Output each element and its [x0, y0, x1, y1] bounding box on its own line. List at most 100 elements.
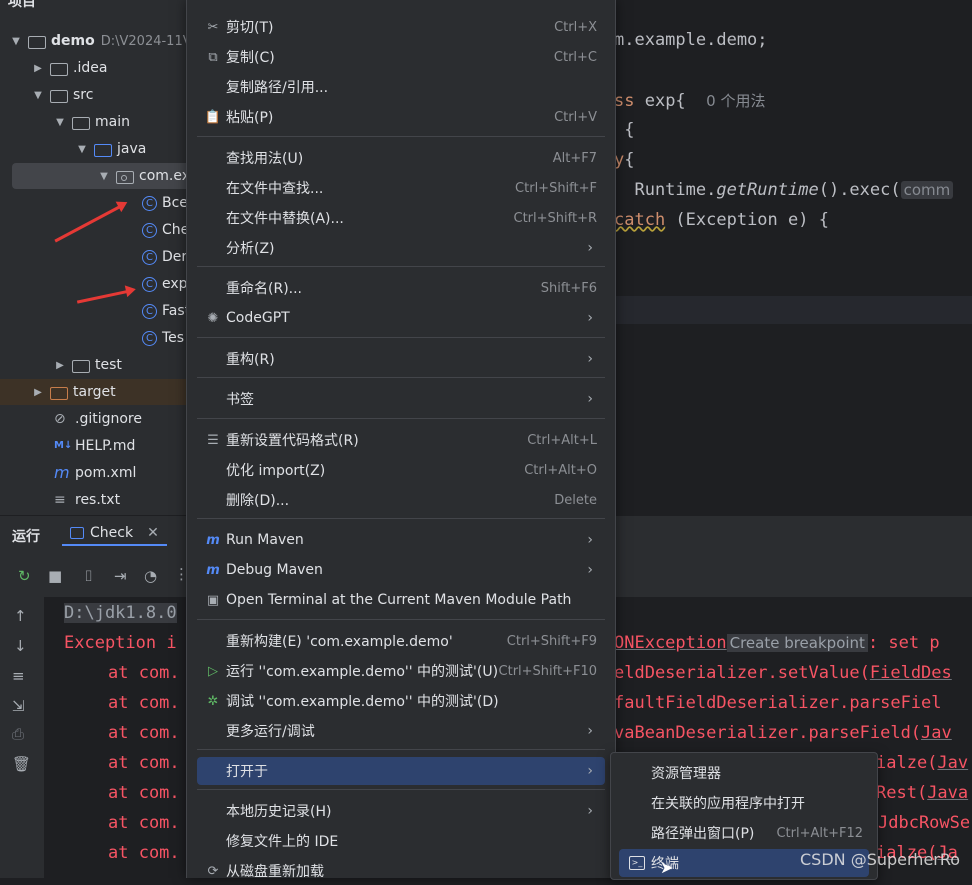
menu-item-reformat-code[interactable]: ☰ 重新设置代码格式(R) Ctrl+Alt+L: [197, 426, 605, 454]
tree-item-target[interactable]: ▶ target: [0, 379, 186, 405]
chevron-right-icon: ›: [587, 240, 593, 256]
menu-separator: [197, 337, 605, 338]
menu-item-find-in-files[interactable]: 在文件中查找... Ctrl+Shift+F: [197, 174, 605, 202]
tree-root-demo[interactable]: ▼ demo D:\V2024-11V: [0, 28, 186, 54]
console-link[interactable]: Jav: [937, 753, 968, 773]
tree-item-idea[interactable]: ▶ .idea: [0, 55, 186, 81]
chevron-right-icon[interactable]: ▶: [32, 387, 44, 398]
code-line: y{: [614, 150, 635, 170]
usage-hint[interactable]: 0 个用法: [706, 92, 765, 110]
trash-icon[interactable]: 🗑: [12, 755, 31, 773]
console-line-right: JdbcRowSe: [878, 813, 971, 833]
soft-wrap-icon[interactable]: ≡: [12, 667, 25, 685]
excluded-folder-icon: [50, 386, 68, 400]
console-line: Exception i: [64, 633, 177, 653]
tree-item-java[interactable]: ▼ java: [0, 136, 186, 162]
menu-item-reload-from-disk[interactable]: ⟳ 从磁盘重新加载: [197, 857, 605, 885]
chevron-right-icon: ›: [587, 310, 593, 326]
tree-item-main[interactable]: ▼ main: [0, 109, 186, 135]
menu-item-replace-in-files[interactable]: 在文件中替换(A)... Ctrl+Shift+R: [197, 204, 605, 232]
chevron-right-icon[interactable]: ▶: [32, 63, 44, 74]
console-line: at com.: [108, 663, 180, 683]
menu-item-local-history[interactable]: 本地历史记录(H) ›: [197, 797, 605, 825]
tree-item-class[interactable]: Tes: [0, 325, 186, 351]
console-link[interactable]: ONException: [614, 633, 727, 653]
menu-item-run-maven[interactable]: m Run Maven ›: [197, 526, 605, 554]
menu-item-copy-path[interactable]: 复制路径/引用...: [197, 73, 605, 101]
menu-item-run-tests[interactable]: ▷ 运行 ''com.example.demo'' 中的测试'(U) Ctrl+Sh…: [197, 657, 605, 685]
rerun-icon[interactable]: ↻: [18, 567, 31, 585]
stop-icon[interactable]: ■: [48, 567, 62, 585]
tree-item-class[interactable]: Bce: [0, 190, 186, 216]
tree-item-package[interactable]: ▼ com.ex: [12, 163, 186, 189]
console-line-right: vaBeanDeserializer.parseField(Jav: [614, 723, 952, 743]
gauge-icon[interactable]: ◔: [144, 567, 157, 585]
menu-item-paste[interactable]: 📋 粘贴(P) Ctrl+V: [197, 103, 605, 131]
menu-item-more-run-debug[interactable]: 更多运行/调试 ›: [197, 717, 605, 745]
menu-item-rename[interactable]: 重命名(R)... Shift+F6: [197, 274, 605, 302]
menu-item-analyze[interactable]: 分析(Z) ›: [197, 234, 605, 262]
tree-item-gitignore[interactable]: ⊘ .gitignore: [0, 406, 186, 432]
code-line: catch (Exception e) {: [614, 210, 829, 230]
menu-item-open-in[interactable]: 打开于 ›: [197, 757, 605, 785]
menu-item-refactor[interactable]: 重构(R) ›: [197, 345, 605, 373]
close-icon[interactable]: ✕: [147, 525, 159, 541]
exit-icon[interactable]: ⇥: [114, 567, 127, 585]
console-link[interactable]: Java: [927, 783, 968, 803]
console-line: at com.: [108, 783, 180, 803]
chevron-down-icon[interactable]: ▼: [98, 171, 110, 182]
camera-icon[interactable]: ⌷: [84, 567, 93, 585]
console-line: at com.: [108, 843, 180, 863]
console-link[interactable]: FieldDes: [870, 663, 952, 683]
code-line: Runtime.getRuntime().exec(comm: [614, 180, 954, 200]
menu-item-debug-tests[interactable]: ✲ 调试 ''com.example.demo'' 中的测试'(D): [197, 687, 605, 715]
context-menu: ✂ 剪切(T) Ctrl+X ⧉ 复制(C) Ctrl+C 复制路径/引用... 📋 粘贴…: [186, 0, 616, 880]
chevron-down-icon[interactable]: ▼: [32, 90, 44, 101]
menu-separator: [197, 619, 605, 620]
tab-check[interactable]: Check ✕: [62, 522, 167, 546]
menu-item-repair-ide[interactable]: 修复文件上的 IDE: [197, 827, 605, 855]
menu-item-delete[interactable]: 删除(D)... Delete: [197, 486, 605, 514]
maven-run-icon: m: [206, 532, 220, 548]
run-panel-title: 运行: [12, 529, 40, 545]
folder-icon: [50, 89, 68, 103]
arrow-up-icon[interactable]: ↑: [14, 607, 27, 625]
tree-item-class[interactable]: Fast: [0, 298, 186, 324]
source-folder-icon: [94, 143, 112, 157]
arrow-down-icon[interactable]: ↓: [14, 637, 27, 655]
submenu-item-path-popup[interactable]: 路径弹出窗口(P) Ctrl+Alt+F12: [619, 819, 869, 847]
tree-item-class[interactable]: Der: [0, 244, 186, 270]
menu-item-bookmarks[interactable]: 书签 ›: [197, 385, 605, 413]
menu-item-rebuild[interactable]: 重新构建(E) 'com.example.demo' Ctrl+Shift+F9: [197, 627, 605, 655]
console-line-right: Rest(Java: [876, 783, 969, 803]
tree-item-class[interactable]: exp: [0, 271, 186, 297]
chevron-right-icon[interactable]: ▶: [54, 360, 66, 371]
menu-item-cut[interactable]: ✂ 剪切(T) Ctrl+X: [197, 13, 605, 41]
tree-item-src[interactable]: ▼ src: [0, 82, 186, 108]
menu-item-optimize-imports[interactable]: 优化 import(Z) Ctrl+Alt+O: [197, 456, 605, 484]
class-icon: [142, 249, 157, 265]
menu-item-copy[interactable]: ⧉ 复制(C) Ctrl+C: [197, 43, 605, 71]
chevron-down-icon[interactable]: ▼: [76, 144, 88, 155]
menu-item-find-usages[interactable]: 查找用法(U) Alt+F7: [197, 144, 605, 172]
console-line: at com.: [108, 693, 180, 713]
print-icon[interactable]: ⎙: [12, 725, 24, 743]
tree-item-pom[interactable]: m pom.xml: [0, 460, 186, 486]
console-line-right: eldDeserializer.setValue(FieldDes: [614, 663, 952, 683]
scroll-end-icon[interactable]: ⇲: [12, 697, 25, 715]
create-breakpoint-chip[interactable]: Create breakpoint: [726, 634, 868, 652]
submenu-item-associated-app[interactable]: 在关联的应用程序中打开: [619, 789, 869, 817]
tree-item-res[interactable]: ≡ res.txt: [0, 487, 186, 513]
menu-item-debug-maven[interactable]: m Debug Maven ›: [197, 556, 605, 584]
chevron-down-icon[interactable]: ▼: [10, 36, 22, 47]
chevron-down-icon[interactable]: ▼: [54, 117, 66, 128]
module-folder-icon: [28, 35, 46, 49]
ignore-file-icon: ⊘: [54, 411, 66, 427]
menu-item-codegpt[interactable]: ✺ CodeGPT ›: [197, 304, 605, 332]
tree-item-test[interactable]: ▶ test: [0, 352, 186, 378]
console-link[interactable]: Jav: [921, 723, 952, 743]
submenu-item-explorer[interactable]: 资源管理器: [619, 759, 869, 787]
tree-item-help[interactable]: M↓ HELP.md: [0, 433, 186, 459]
chevron-right-icon: ›: [587, 391, 593, 407]
menu-item-open-terminal-maven[interactable]: ▣ Open Terminal at the Current Maven Modu…: [197, 586, 605, 614]
